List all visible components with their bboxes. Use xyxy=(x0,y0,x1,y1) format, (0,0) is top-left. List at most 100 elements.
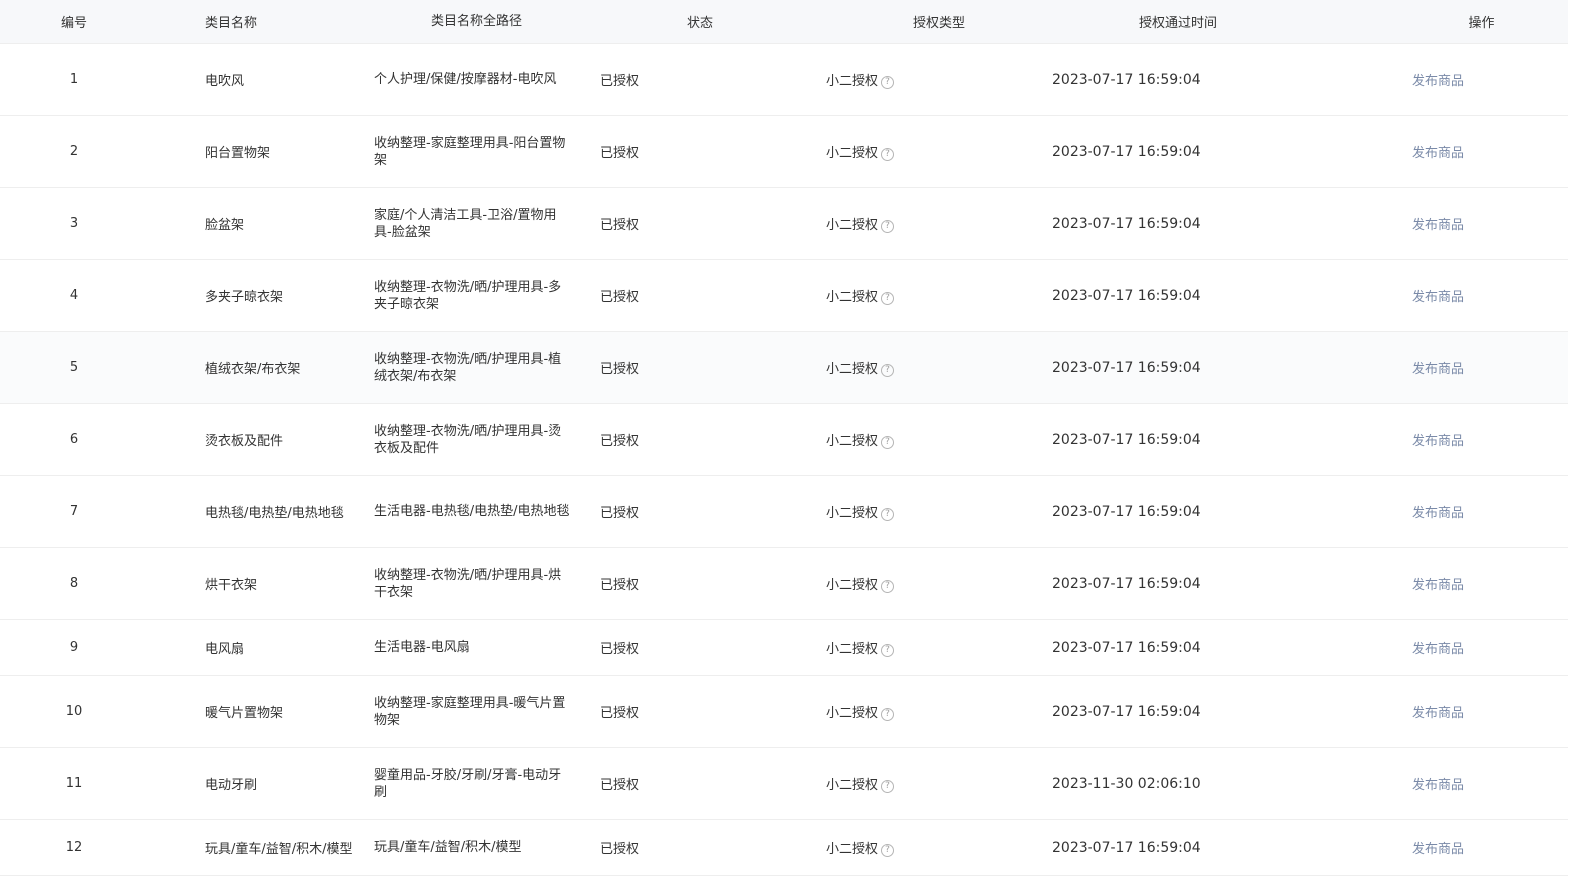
row-no: 11 xyxy=(65,776,83,791)
row-category-path: 收纳整理-家庭整理用具-暖气片置物架 xyxy=(374,695,566,728)
auth-type-label: 小二授权 xyxy=(826,74,879,89)
row-auth-time: 2023-07-17 16:59:04 xyxy=(1052,215,1201,232)
row-category-path: 玩具/童车/益智/积木/模型 xyxy=(374,840,522,855)
publish-product-link[interactable]: 发布商品 xyxy=(1412,74,1464,89)
row-operation: 发布商品 xyxy=(1278,774,1568,793)
row-auth-type: 小二授权? xyxy=(826,286,1052,305)
row-category-name: 烫衣板及配件 xyxy=(205,434,284,449)
row-status: 已授权 xyxy=(600,842,640,857)
publish-product-link[interactable]: 发布商品 xyxy=(1412,706,1464,721)
row-status: 已授权 xyxy=(600,362,640,377)
row-category-path: 个人护理/保健/按摩器材-电吹风 xyxy=(374,72,557,87)
row-category-path: 生活电器-电风扇 xyxy=(374,640,470,655)
row-operation: 发布商品 xyxy=(1278,358,1568,377)
row-category-name: 植绒衣架/布衣架 xyxy=(205,362,301,377)
row-status: 已授权 xyxy=(600,578,640,593)
publish-product-link[interactable]: 发布商品 xyxy=(1412,578,1464,593)
publish-product-link[interactable]: 发布商品 xyxy=(1412,290,1464,305)
row-category-name: 玩具/童车/益智/积木/模型 xyxy=(205,842,353,857)
publish-product-link[interactable]: 发布商品 xyxy=(1412,842,1464,857)
header-category-name: 类目名称 xyxy=(205,16,258,31)
row-category-name: 暖气片置物架 xyxy=(205,706,284,721)
row-operation: 发布商品 xyxy=(1278,214,1568,233)
row-auth-time: 2023-11-30 02:06:10 xyxy=(1052,775,1201,792)
auth-type-label: 小二授权 xyxy=(826,146,879,161)
category-auth-table: 编号 类目名称 类目名称全路径 状态 授权类型 授权通过时间 操作 1 电吹风 个人… xyxy=(0,0,1568,876)
row-operation: 发布商品 xyxy=(1278,702,1568,721)
help-icon[interactable]: ? xyxy=(881,292,895,305)
header-category-path: 类目名称全路径 xyxy=(431,14,523,29)
row-operation: 发布商品 xyxy=(1278,430,1568,449)
table-body: 1 电吹风 个人护理/保健/按摩器材-电吹风 已授权 小二授权? 2023-07-17 1… xyxy=(0,44,1568,876)
row-no: 2 xyxy=(69,144,79,159)
publish-product-link[interactable]: 发布商品 xyxy=(1412,642,1464,657)
row-category-path: 收纳整理-衣物洗/晒/护理用具-烘干衣架 xyxy=(374,567,562,600)
table-row: 4 多夹子晾衣架 收纳整理-衣物洗/晒/护理用具-多夹子晾衣架 已授权 小二授权? 202… xyxy=(0,260,1568,332)
row-status: 已授权 xyxy=(600,778,640,793)
row-auth-type: 小二授权? xyxy=(826,214,1052,233)
row-auth-type: 小二授权? xyxy=(826,574,1052,593)
row-category-path: 收纳整理-家庭整理用具-阳台置物架 xyxy=(374,135,566,168)
row-no: 5 xyxy=(69,360,79,375)
help-icon[interactable]: ? xyxy=(881,508,895,521)
row-operation: 发布商品 xyxy=(1278,70,1568,89)
table-row: 7 电热毯/电热垫/电热地毯 生活电器-电热毯/电热垫/电热地毯 已授权 小二授权? 20… xyxy=(0,476,1568,548)
publish-product-link[interactable]: 发布商品 xyxy=(1412,778,1464,793)
row-status: 已授权 xyxy=(600,706,640,721)
publish-product-link[interactable]: 发布商品 xyxy=(1412,434,1464,449)
table-row: 12 玩具/童车/益智/积木/模型 玩具/童车/益智/积木/模型 已授权 小二授权? 20… xyxy=(0,820,1568,876)
header-auth-time: 授权通过时间 xyxy=(1139,16,1218,31)
table-row: 10 暖气片置物架 收纳整理-家庭整理用具-暖气片置物架 已授权 小二授权? 2023-0… xyxy=(0,676,1568,748)
row-auth-type: 小二授权? xyxy=(826,838,1052,857)
publish-product-link[interactable]: 发布商品 xyxy=(1412,146,1464,161)
publish-product-link[interactable]: 发布商品 xyxy=(1412,218,1464,233)
row-auth-type: 小二授权? xyxy=(826,774,1052,793)
row-category-path: 婴童用品-牙胶/牙刷/牙膏-电动牙刷 xyxy=(374,767,562,800)
publish-product-link[interactable]: 发布商品 xyxy=(1412,506,1464,521)
auth-type-label: 小二授权 xyxy=(826,506,879,521)
row-status: 已授权 xyxy=(600,218,640,233)
row-status: 已授权 xyxy=(600,146,640,161)
help-icon[interactable]: ? xyxy=(881,644,895,657)
row-category-name: 电风扇 xyxy=(205,642,245,657)
row-status: 已授权 xyxy=(600,642,640,657)
row-category-name: 电动牙刷 xyxy=(205,778,258,793)
row-category-name: 电热毯/电热垫/电热地毯 xyxy=(205,506,344,521)
row-operation: 发布商品 xyxy=(1278,574,1568,593)
auth-type-label: 小二授权 xyxy=(826,778,879,793)
header-no: 编号 xyxy=(60,16,87,31)
table-row: 11 电动牙刷 婴童用品-牙胶/牙刷/牙膏-电动牙刷 已授权 小二授权? 2023-11-… xyxy=(0,748,1568,820)
help-icon[interactable]: ? xyxy=(881,780,895,793)
help-icon[interactable]: ? xyxy=(881,436,895,449)
row-no: 3 xyxy=(69,216,79,231)
help-icon[interactable]: ? xyxy=(881,844,895,857)
row-category-path: 收纳整理-衣物洗/晒/护理用具-多夹子晾衣架 xyxy=(374,279,562,312)
row-auth-time: 2023-07-17 16:59:04 xyxy=(1052,359,1201,376)
row-category-path: 家庭/个人清洁工具-卫浴/置物用具-脸盆架 xyxy=(374,207,557,240)
row-auth-type: 小二授权? xyxy=(826,142,1052,161)
auth-type-label: 小二授权 xyxy=(826,842,879,857)
table-row: 3 脸盆架 家庭/个人清洁工具-卫浴/置物用具-脸盆架 已授权 小二授权? 2023-07… xyxy=(0,188,1568,260)
table-row: 9 电风扇 生活电器-电风扇 已授权 小二授权? 2023-07-17 16:59:04 发… xyxy=(0,620,1568,676)
auth-type-label: 小二授权 xyxy=(826,218,879,233)
auth-type-label: 小二授权 xyxy=(826,290,879,305)
row-auth-time: 2023-07-17 16:59:04 xyxy=(1052,71,1201,88)
help-icon[interactable]: ? xyxy=(881,364,895,377)
help-icon[interactable]: ? xyxy=(881,580,895,593)
publish-product-link[interactable]: 发布商品 xyxy=(1412,362,1464,377)
row-auth-time: 2023-07-17 16:59:04 xyxy=(1052,431,1201,448)
row-no: 7 xyxy=(69,504,79,519)
row-no: 1 xyxy=(69,72,79,87)
row-category-name: 脸盆架 xyxy=(205,218,245,233)
row-auth-type: 小二授权? xyxy=(826,702,1052,721)
help-icon[interactable]: ? xyxy=(881,76,895,89)
help-icon[interactable]: ? xyxy=(881,708,895,721)
auth-type-label: 小二授权 xyxy=(826,434,879,449)
help-icon[interactable]: ? xyxy=(881,148,895,161)
row-category-path: 收纳整理-衣物洗/晒/护理用具-烫衣板及配件 xyxy=(374,423,562,456)
row-no: 12 xyxy=(65,840,83,855)
row-auth-type: 小二授权? xyxy=(826,430,1052,449)
row-no: 4 xyxy=(69,288,79,303)
row-no: 10 xyxy=(65,704,83,719)
help-icon[interactable]: ? xyxy=(881,220,895,233)
